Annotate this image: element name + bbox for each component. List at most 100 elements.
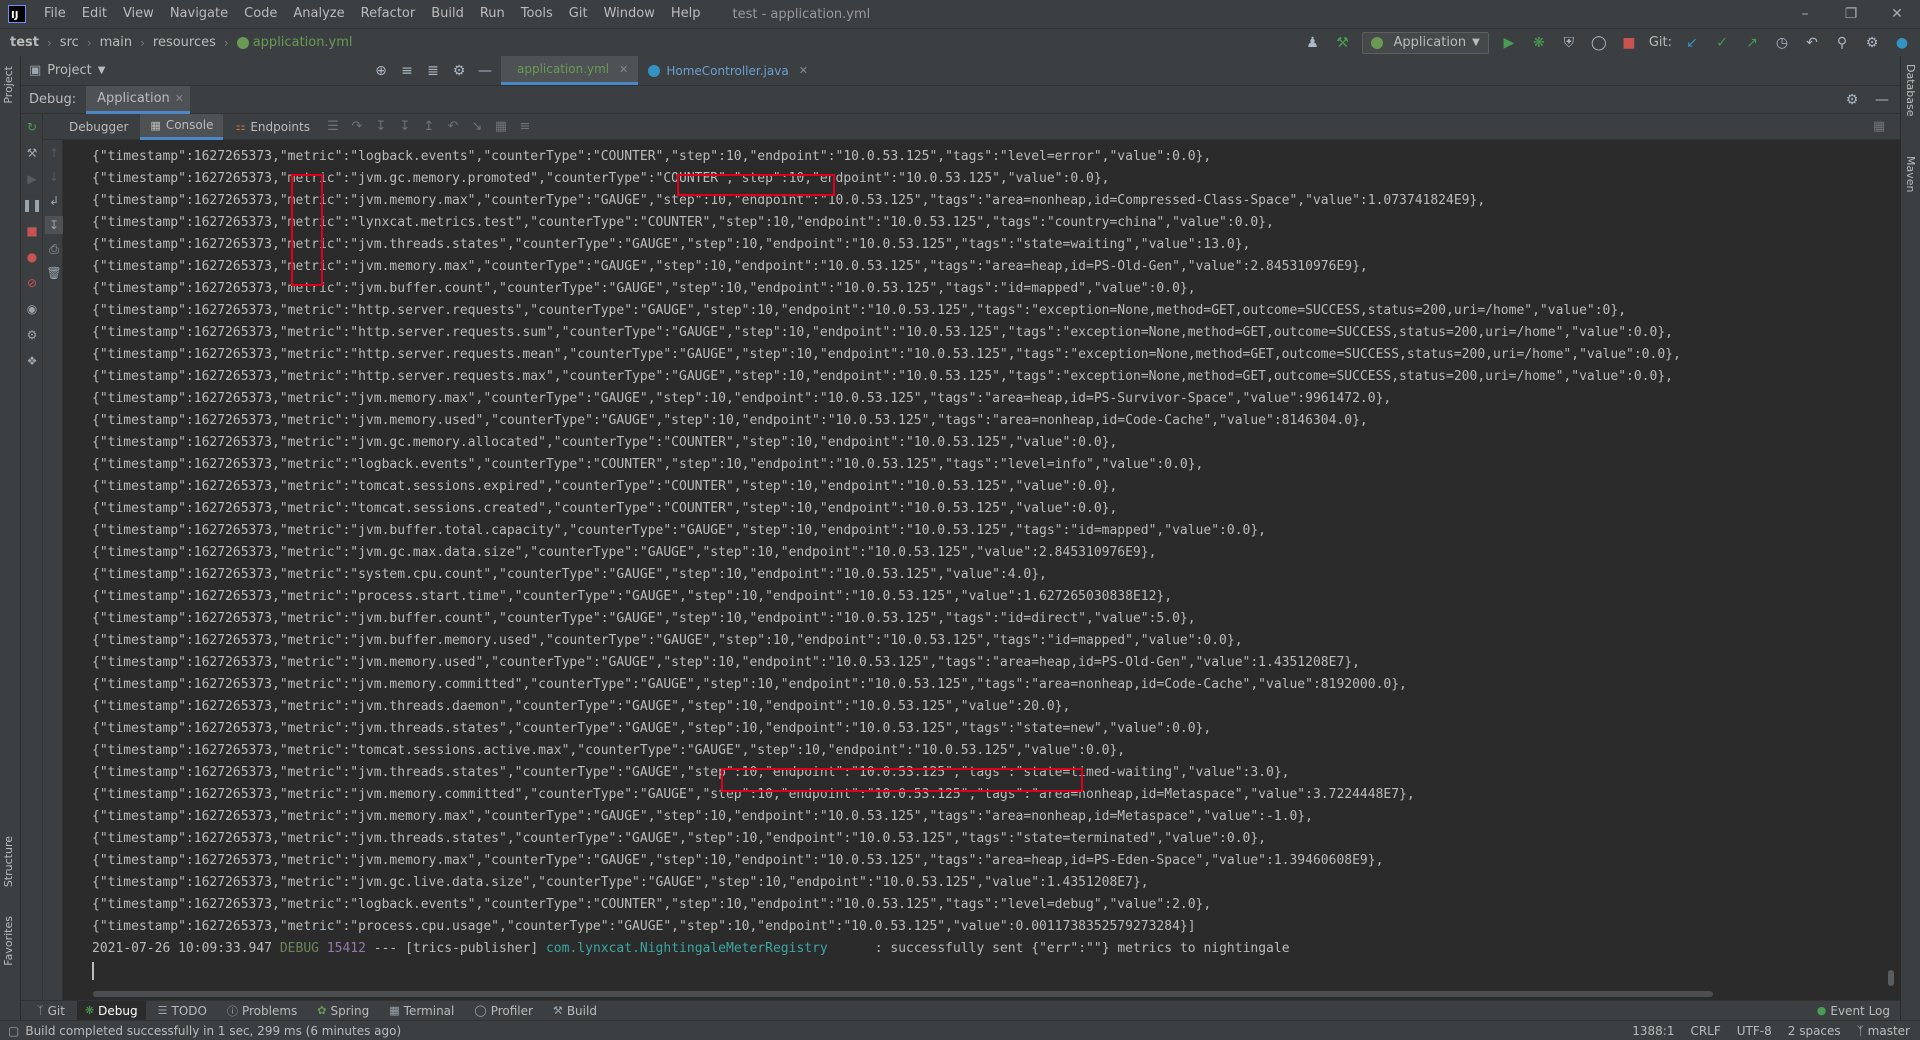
line-separator[interactable]: CRLF [1690, 1024, 1720, 1038]
user-icon[interactable]: ♟ [1302, 33, 1322, 53]
hide-panel-icon[interactable]: — [1872, 90, 1892, 110]
debug-session-tab[interactable]: Application ✕ [86, 85, 190, 114]
tool-build[interactable]: ⚒ Build [545, 1001, 605, 1021]
rerun-icon[interactable]: ↻ [23, 118, 41, 136]
build-hammer-icon[interactable]: ⚒ [1332, 33, 1352, 53]
tool-git[interactable]: ᛉ Git [29, 1001, 73, 1021]
menu-navigate[interactable]: Navigate [162, 0, 236, 28]
settings-gear-icon[interactable]: ⚙ [449, 61, 469, 81]
menu-run[interactable]: Run [472, 0, 513, 28]
run-configuration-select[interactable]: Application ▼ [1362, 31, 1489, 54]
mute-breakpoints-icon[interactable]: ⊘ [23, 274, 41, 292]
tool-event-log[interactable]: ● Event Log [1809, 1001, 1900, 1021]
step-over-icon[interactable]: ↷ [346, 119, 368, 134]
collapse-all-icon[interactable]: ≣ [423, 61, 443, 81]
breadcrumb-file[interactable]: application.yml [253, 35, 353, 50]
settings-gear-icon[interactable]: ⚙ [23, 326, 41, 344]
layout-menu-icon[interactable]: ☰ [322, 119, 344, 134]
breadcrumb-main[interactable]: main [100, 35, 132, 50]
git-branch[interactable]: ᛉ master [1857, 1024, 1910, 1038]
hide-panel-icon[interactable]: — [475, 61, 495, 81]
restore-window-button[interactable]: ❐ [1828, 0, 1874, 28]
settings-gear-icon[interactable]: ⚙ [1862, 33, 1882, 53]
close-tab-icon[interactable]: ✕ [175, 92, 184, 105]
maven-side-tab[interactable]: Maven [1904, 156, 1917, 192]
horizontal-scrollbar[interactable] [63, 988, 1900, 998]
arrow-down-icon[interactable]: ↓ [45, 168, 63, 186]
restore-layout-icon[interactable]: ▦ [1868, 119, 1890, 134]
tab-endpoints[interactable]: ⚏ Endpoints [225, 114, 320, 140]
menu-code[interactable]: Code [236, 0, 285, 28]
stop-icon[interactable]: ■ [23, 222, 41, 240]
git-update-icon[interactable]: ↙ [1682, 33, 1702, 53]
breadcrumb-project[interactable]: test [10, 35, 39, 50]
ide-update-icon[interactable]: ● [1892, 33, 1912, 53]
console-output[interactable]: {"timestamp":1627265373,"metric":"logbac… [63, 140, 1900, 996]
tab-debugger[interactable]: Debugger [59, 114, 138, 140]
soft-wrap-icon[interactable]: ↲ [45, 192, 63, 210]
favorites-side-tab[interactable]: Favorites [2, 916, 15, 966]
menu-refactor[interactable]: Refactor [353, 0, 424, 28]
run-icon[interactable]: ▶ [1499, 33, 1519, 53]
drop-frame-icon[interactable]: ↶ [442, 119, 464, 134]
camera-icon[interactable]: ◉ [23, 300, 41, 318]
menu-build[interactable]: Build [423, 0, 472, 28]
pause-icon[interactable]: ❚❚ [22, 196, 42, 214]
print-icon[interactable]: ⎙ [45, 240, 63, 258]
menu-tools[interactable]: Tools [513, 0, 561, 28]
run-to-cursor-icon[interactable]: ↘ [466, 119, 488, 134]
indent-setting[interactable]: 2 spaces [1788, 1024, 1841, 1038]
clear-all-icon[interactable]: 🗑 [45, 264, 63, 282]
debug-bug-icon[interactable]: ❋ [1529, 33, 1549, 53]
project-side-tab[interactable]: Project [2, 66, 15, 104]
locate-file-icon[interactable]: ⊕ [371, 61, 391, 81]
tool-problems[interactable]: ⓘ Problems [219, 1001, 305, 1021]
menu-git[interactable]: Git [561, 0, 596, 28]
tool-spring[interactable]: ✿ Spring [309, 1001, 377, 1021]
menu-analyze[interactable]: Analyze [285, 0, 352, 28]
pin-icon[interactable]: ❖ [23, 352, 41, 370]
search-icon[interactable]: ⚲ [1832, 33, 1852, 53]
step-out-icon[interactable]: ↥ [418, 119, 440, 134]
status-message[interactable]: Build completed successfully in 1 sec, 2… [25, 1024, 401, 1038]
expand-all-icon[interactable]: ≡ [397, 61, 417, 81]
vertical-scrollbar[interactable] [1886, 140, 1896, 988]
caret-position[interactable]: 1388:1 [1632, 1024, 1674, 1038]
force-step-into-icon[interactable]: ↧ [394, 119, 416, 134]
menu-file[interactable]: File [36, 0, 74, 28]
history-icon[interactable]: ◷ [1772, 33, 1792, 53]
tab-application-yml[interactable]: application.yml ✕ [501, 56, 639, 85]
chevron-down-icon[interactable]: ▼ [98, 65, 106, 76]
tool-profiler[interactable]: ◯ Profiler [466, 1001, 541, 1021]
structure-side-tab[interactable]: Structure [2, 836, 15, 887]
close-tab-icon[interactable]: ✕ [619, 63, 628, 76]
modify-run-config-icon[interactable]: ⚒ [23, 144, 41, 162]
console-input-line[interactable] [92, 960, 1900, 982]
breadcrumb-resources[interactable]: resources [153, 35, 216, 50]
scroll-to-end-icon[interactable]: ↧ [45, 216, 63, 234]
menu-view[interactable]: View [115, 0, 162, 28]
git-commit-icon[interactable]: ✓ [1712, 33, 1732, 53]
trace-icon[interactable]: ≡ [514, 119, 536, 134]
menu-edit[interactable]: Edit [74, 0, 115, 28]
git-push-icon[interactable]: ↗ [1742, 33, 1762, 53]
tool-debug[interactable]: ❋ Debug [76, 1000, 146, 1021]
tab-home-controller[interactable]: HomeController.java ✕ [638, 56, 818, 85]
project-panel-title[interactable]: Project [47, 63, 91, 78]
tool-todo[interactable]: ☰ TODO [150, 1001, 215, 1021]
menu-help[interactable]: Help [663, 0, 709, 28]
database-side-tab[interactable]: Database [1904, 64, 1917, 117]
resume-icon[interactable]: ▶ [23, 170, 41, 188]
close-window-button[interactable]: ✕ [1874, 0, 1920, 28]
tool-terminal[interactable]: ▦ Terminal [381, 1001, 462, 1021]
minimize-window-button[interactable]: – [1782, 0, 1828, 28]
breadcrumb-src[interactable]: src [60, 35, 79, 50]
settings-gear-icon[interactable]: ⚙ [1842, 90, 1862, 110]
stop-icon[interactable]: ■ [1619, 33, 1639, 53]
view-breakpoints-icon[interactable]: ● [23, 248, 41, 266]
evaluate-expression-icon[interactable]: ▦ [490, 119, 512, 134]
menu-window[interactable]: Window [596, 0, 663, 28]
tab-console[interactable]: ▦ Console [140, 113, 224, 140]
profile-icon[interactable]: ◯ [1589, 33, 1609, 53]
step-into-icon[interactable]: ↧ [370, 119, 392, 134]
